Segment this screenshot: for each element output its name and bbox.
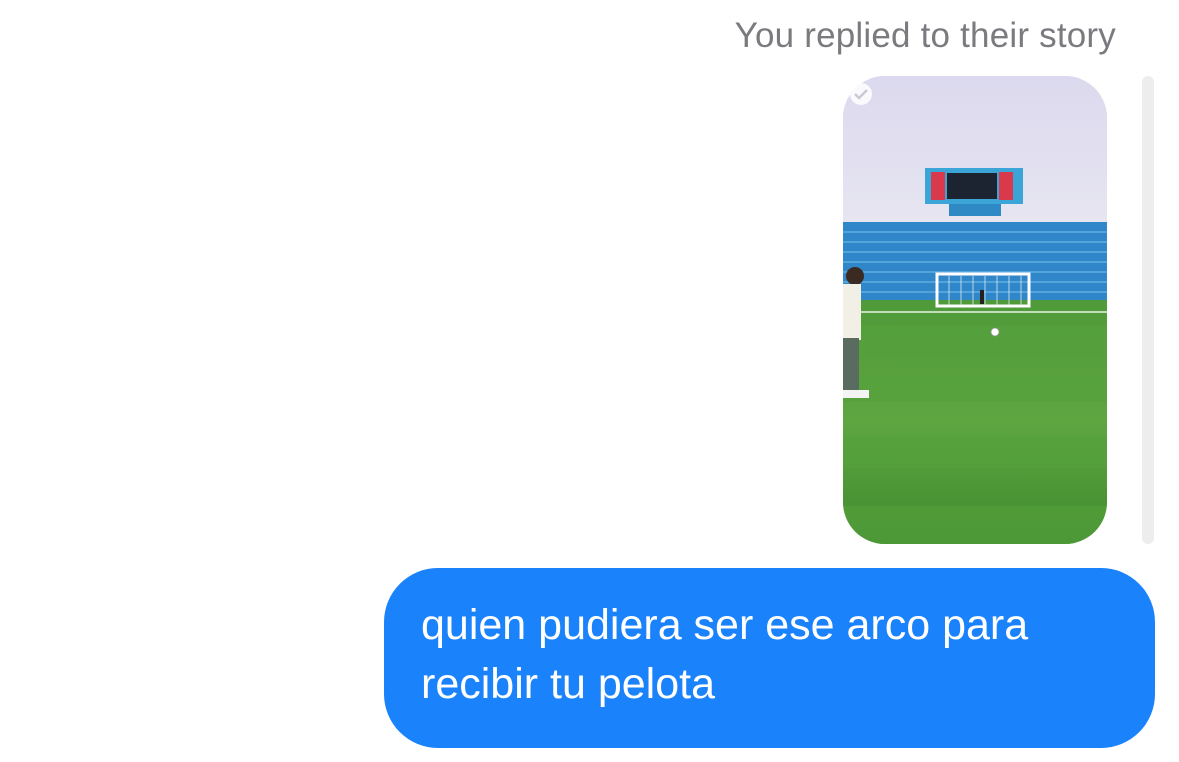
stadium-photo [843,76,1107,544]
story-thumbnail[interactable] [843,76,1107,544]
story-reply-caption: You replied to their story [734,16,1116,55]
message-line-1: quien pudiera ser ese arco para [421,601,1029,649]
story-reply-rail [1142,76,1154,544]
message-line-2: recibir tu pelota [421,660,715,708]
chat-screen: You replied to their story quien pudiera… [0,0,1179,762]
message-bubble[interactable]: quien pudiera ser ese arco para recibir … [384,568,1155,748]
